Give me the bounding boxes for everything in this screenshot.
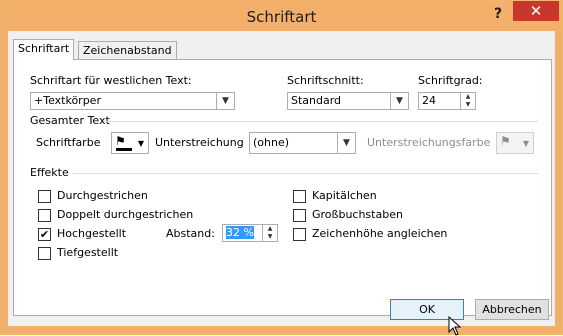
size-spinner[interactable]: ▲ ▼: [460, 93, 475, 109]
offset-spinner[interactable]: ▲ ▼: [262, 225, 277, 241]
section-all-text: Gesamter Text: [30, 114, 110, 127]
size-input[interactable]: 24 ▲ ▼: [418, 92, 476, 110]
color-swatch: [116, 148, 132, 151]
dialog-window: Schriftart ? ✕ Schriftart Zeichenabstand…: [0, 0, 563, 336]
offset-value: 32 %: [226, 226, 254, 239]
style-label: Schriftschnitt:: [287, 74, 364, 87]
superscript-label: Hochgestellt: [57, 227, 127, 240]
strikethrough-checkbox[interactable]: [38, 190, 51, 203]
chevron-down-icon: ▼: [522, 139, 529, 148]
size-label: Schriftgrad:: [418, 74, 483, 87]
double-strikethrough-label: Doppelt durchgestrichen: [57, 208, 194, 221]
title-bar[interactable]: Schriftart ? ✕: [1, 1, 562, 31]
underline-value: (ohne): [253, 136, 290, 149]
double-strikethrough-checkbox[interactable]: [38, 209, 51, 222]
size-value: 24: [422, 94, 436, 107]
tab-panel: Schriftart für westlichen Text: Schrifts…: [13, 59, 552, 316]
underline-combobox[interactable]: (ohne) ▼: [249, 132, 356, 154]
chevron-down-icon[interactable]: ▼: [138, 136, 144, 152]
superscript-checkbox[interactable]: ✔: [38, 228, 51, 241]
subscript-checkbox[interactable]: [38, 247, 51, 260]
all-caps-checkbox[interactable]: [293, 209, 306, 222]
tab-schriftart[interactable]: Schriftart: [13, 39, 75, 60]
section-divider: [104, 121, 538, 122]
cancel-button[interactable]: Abbrechen: [475, 299, 549, 320]
spin-down-icon[interactable]: ▼: [263, 233, 277, 241]
underline-label: Unterstreichung: [155, 136, 244, 149]
offset-label: Abstand:: [166, 227, 215, 240]
equalize-height-label: Zeichenhöhe angleichen: [312, 227, 448, 240]
section-divider: [72, 173, 538, 174]
spin-up-icon[interactable]: ▲: [461, 93, 475, 101]
font-color-label: Schriftfarbe: [36, 136, 101, 149]
subscript-label: Tiefgestellt: [57, 246, 119, 259]
dialog-client-area: Schriftart Zeichenabstand Schriftart für…: [8, 31, 555, 336]
small-caps-label: Kapitälchen: [312, 189, 377, 202]
font-value: +Textkörper: [34, 94, 101, 107]
tab-zeichenabstand[interactable]: Zeichenabstand: [78, 41, 177, 60]
chevron-down-icon[interactable]: ▼: [390, 93, 408, 109]
offset-input[interactable]: 32 % ▲ ▼: [222, 224, 278, 242]
close-button[interactable]: ✕: [513, 1, 559, 21]
mouse-cursor-icon: [448, 316, 462, 336]
all-caps-label: Großbuchstaben: [312, 208, 403, 221]
paint-bucket-icon: ⚑: [500, 134, 511, 148]
chevron-down-icon[interactable]: ▼: [337, 133, 355, 153]
style-combobox[interactable]: Standard ▼: [287, 92, 409, 110]
font-label: Schriftart für westlichen Text:: [30, 74, 192, 87]
chevron-down-icon[interactable]: ▼: [216, 93, 234, 109]
small-caps-checkbox[interactable]: [293, 190, 306, 203]
help-icon[interactable]: ?: [489, 6, 507, 24]
paint-bucket-icon: ⚑: [115, 134, 126, 148]
underline-color-label: Unterstreichungsfarbe: [367, 136, 491, 149]
spin-up-icon[interactable]: ▲: [263, 225, 277, 233]
font-color-picker[interactable]: ⚑ ▼: [111, 132, 149, 154]
underline-color-picker: ⚑ ▼: [496, 132, 534, 154]
dialog-title: Schriftart: [246, 8, 317, 26]
style-value: Standard: [291, 94, 342, 107]
font-combobox[interactable]: +Textkörper ▼: [30, 92, 235, 110]
spin-down-icon[interactable]: ▼: [461, 101, 475, 109]
strikethrough-label: Durchgestrichen: [57, 189, 148, 202]
equalize-height-checkbox[interactable]: [293, 228, 306, 241]
section-effects: Effekte: [30, 166, 69, 179]
